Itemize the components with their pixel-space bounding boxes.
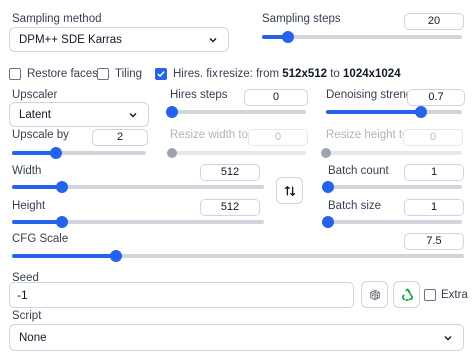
sampling-method-dropdown[interactable]: DPM++ SDE Karras bbox=[9, 27, 229, 52]
chevron-down-icon bbox=[129, 113, 137, 118]
tiling-label: Tiling bbox=[115, 68, 143, 80]
script-label: Script bbox=[12, 310, 42, 322]
swap-arrows-icon bbox=[284, 185, 296, 197]
sampling-steps-slider[interactable] bbox=[262, 31, 462, 43]
denoising-strength-input[interactable]: 0.7 bbox=[407, 89, 465, 106]
hires-fix-checkbox[interactable] bbox=[155, 68, 167, 80]
chevron-down-icon bbox=[209, 38, 217, 43]
dice-icon bbox=[370, 289, 380, 301]
seed-value: -1 bbox=[17, 288, 28, 302]
chevron-down-icon bbox=[444, 336, 452, 341]
height-label: Height bbox=[12, 200, 46, 212]
resize-info: resize: from 512x512 to 1024x1024 bbox=[219, 67, 401, 81]
resize-height-input: 0 bbox=[403, 129, 463, 146]
width-label: Width bbox=[12, 165, 42, 177]
restore-faces-label: Restore faces bbox=[27, 68, 98, 80]
cfg-scale-label: CFG Scale bbox=[12, 233, 69, 245]
resize-info-prefix: resize: from bbox=[219, 68, 283, 80]
height-input[interactable]: 512 bbox=[200, 199, 260, 216]
slider-thumb[interactable] bbox=[109, 250, 122, 262]
slider-thumb[interactable] bbox=[282, 31, 294, 43]
extra-seed-checkbox[interactable] bbox=[424, 289, 436, 301]
batch-size-input[interactable]: 1 bbox=[404, 199, 464, 216]
upscaler-dropdown[interactable]: Latent bbox=[9, 102, 149, 127]
slider-thumb[interactable] bbox=[56, 216, 69, 228]
resize-to-value: 1024x1024 bbox=[343, 68, 401, 80]
checkmark-icon bbox=[157, 71, 165, 78]
resize-width-label: Resize width to bbox=[170, 129, 248, 141]
upscale-by-label: Upscale by bbox=[12, 129, 69, 141]
batch-count-input[interactable]: 1 bbox=[404, 164, 464, 181]
hires-steps-slider[interactable] bbox=[166, 106, 306, 118]
upscaler-value: Latent bbox=[19, 109, 51, 121]
sampling-method-label: Sampling method bbox=[12, 13, 102, 25]
slider-thumb[interactable] bbox=[50, 147, 63, 159]
upscaler-label: Upscaler bbox=[12, 89, 58, 101]
reuse-seed-button[interactable] bbox=[393, 281, 420, 308]
resize-info-to: to bbox=[327, 68, 344, 80]
cfg-scale-slider[interactable] bbox=[12, 250, 464, 262]
sampling-steps-label: Sampling steps bbox=[262, 13, 341, 25]
slider-thumb[interactable] bbox=[415, 106, 428, 118]
slider-thumb[interactable] bbox=[166, 106, 178, 118]
batch-count-slider[interactable] bbox=[322, 181, 462, 193]
width-input[interactable]: 512 bbox=[200, 164, 260, 181]
script-value: None bbox=[19, 332, 47, 344]
upscale-by-slider[interactable] bbox=[12, 147, 146, 159]
seed-input[interactable]: -1 bbox=[9, 282, 354, 308]
slider-thumb[interactable] bbox=[322, 181, 334, 193]
slider-thumb bbox=[321, 148, 331, 158]
resize-height-slider bbox=[321, 148, 462, 158]
denoising-strength-slider[interactable] bbox=[326, 106, 462, 118]
slider-thumb[interactable] bbox=[56, 181, 69, 193]
recycle-icon bbox=[401, 288, 414, 301]
hires-fix-label: Hires. fix bbox=[173, 68, 218, 80]
batch-count-label: Batch count bbox=[328, 165, 389, 177]
sampling-steps-input[interactable]: 20 bbox=[404, 13, 464, 30]
resize-height-label: Resize height to bbox=[326, 129, 409, 141]
script-dropdown[interactable]: None bbox=[9, 324, 464, 351]
batch-size-label: Batch size bbox=[328, 200, 382, 212]
extra-label: Extra bbox=[441, 289, 468, 301]
swap-dimensions-button[interactable] bbox=[276, 177, 303, 204]
height-slider[interactable] bbox=[12, 216, 264, 228]
sampling-method-value: DPM++ SDE Karras bbox=[19, 34, 122, 46]
resize-width-slider bbox=[167, 148, 306, 158]
random-seed-button[interactable] bbox=[361, 281, 388, 308]
resize-width-input: 0 bbox=[248, 129, 308, 146]
slider-thumb bbox=[167, 148, 177, 158]
resize-from-value: 512x512 bbox=[282, 68, 328, 80]
batch-size-slider[interactable] bbox=[322, 216, 462, 228]
width-slider[interactable] bbox=[12, 181, 264, 193]
hires-steps-input[interactable]: 0 bbox=[244, 89, 308, 106]
slider-thumb[interactable] bbox=[322, 216, 334, 228]
tiling-checkbox[interactable] bbox=[97, 68, 109, 80]
cfg-scale-input[interactable]: 7.5 bbox=[404, 233, 464, 250]
hires-steps-label: Hires steps bbox=[170, 89, 228, 101]
restore-faces-checkbox[interactable] bbox=[9, 68, 21, 80]
upscale-by-input[interactable]: 2 bbox=[92, 129, 148, 146]
